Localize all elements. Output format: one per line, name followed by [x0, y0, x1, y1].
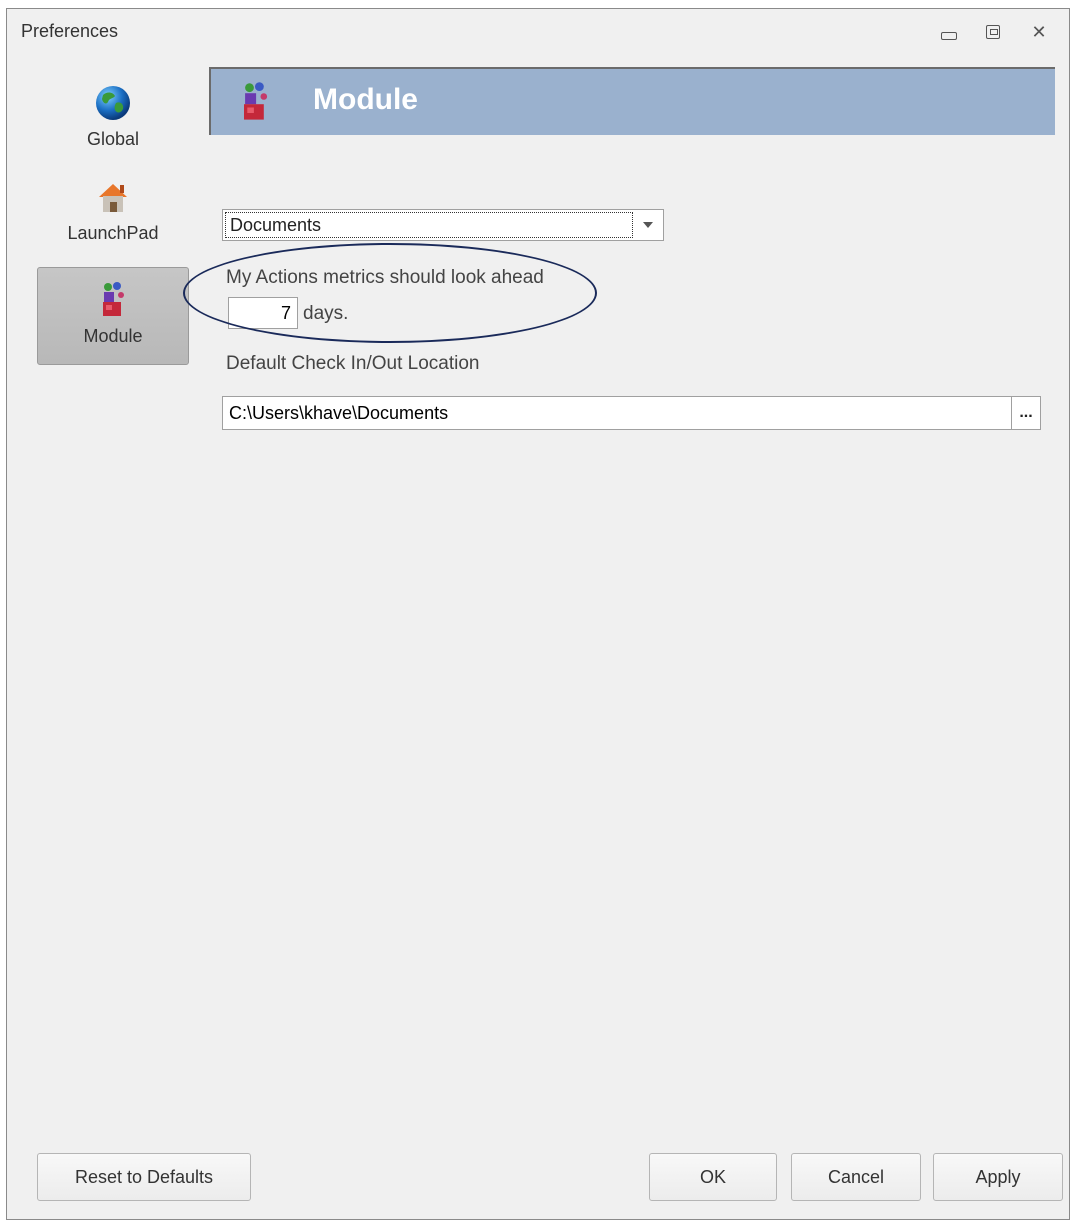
browse-button[interactable]: ...	[1011, 396, 1041, 430]
module-icon	[244, 82, 268, 120]
ok-button[interactable]: OK	[649, 1153, 777, 1201]
sidebar-item-launchpad[interactable]: LaunchPad	[37, 177, 189, 269]
maximize-icon	[986, 25, 1000, 39]
section-title: Module	[313, 83, 418, 116]
module-icon	[103, 282, 124, 316]
maximize-button[interactable]	[979, 21, 1007, 43]
sidebar-item-global[interactable]: Global	[37, 83, 189, 169]
select-value: Documents	[225, 212, 633, 238]
checkin-location-field[interactable]	[222, 396, 1012, 430]
minimize-icon	[941, 32, 957, 40]
apply-button[interactable]: Apply	[933, 1153, 1063, 1201]
window-title: Preferences	[21, 21, 119, 41]
house-icon	[99, 184, 127, 212]
minimize-button[interactable]	[935, 21, 963, 43]
days-label: days.	[303, 303, 349, 324]
checkin-location-label: Default Check In/Out Location	[226, 353, 480, 374]
globe-icon	[96, 86, 130, 120]
module-type-select[interactable]: Documents	[222, 209, 664, 241]
sidebar-item-label: Global	[86, 129, 140, 149]
lookahead-days-input[interactable]	[228, 297, 298, 329]
sidebar-item-module[interactable]: Module	[37, 267, 189, 365]
cancel-button[interactable]: Cancel	[791, 1153, 921, 1201]
title-bar: Preferences ✕	[7, 9, 1069, 49]
close-icon: ✕	[1031, 22, 1047, 42]
sidebar-item-label: LaunchPad	[67, 223, 159, 243]
chevron-down-icon[interactable]	[633, 210, 663, 240]
preferences-window: Preferences ✕ Global LaunchPad Module Mo…	[6, 8, 1070, 1220]
metrics-label: My Actions metrics should look ahead	[226, 267, 544, 288]
section-header: Module	[209, 67, 1055, 135]
sidebar-item-label: Module	[83, 326, 143, 346]
reset-defaults-button[interactable]: Reset to Defaults	[37, 1153, 251, 1201]
close-button[interactable]: ✕	[1025, 21, 1053, 43]
